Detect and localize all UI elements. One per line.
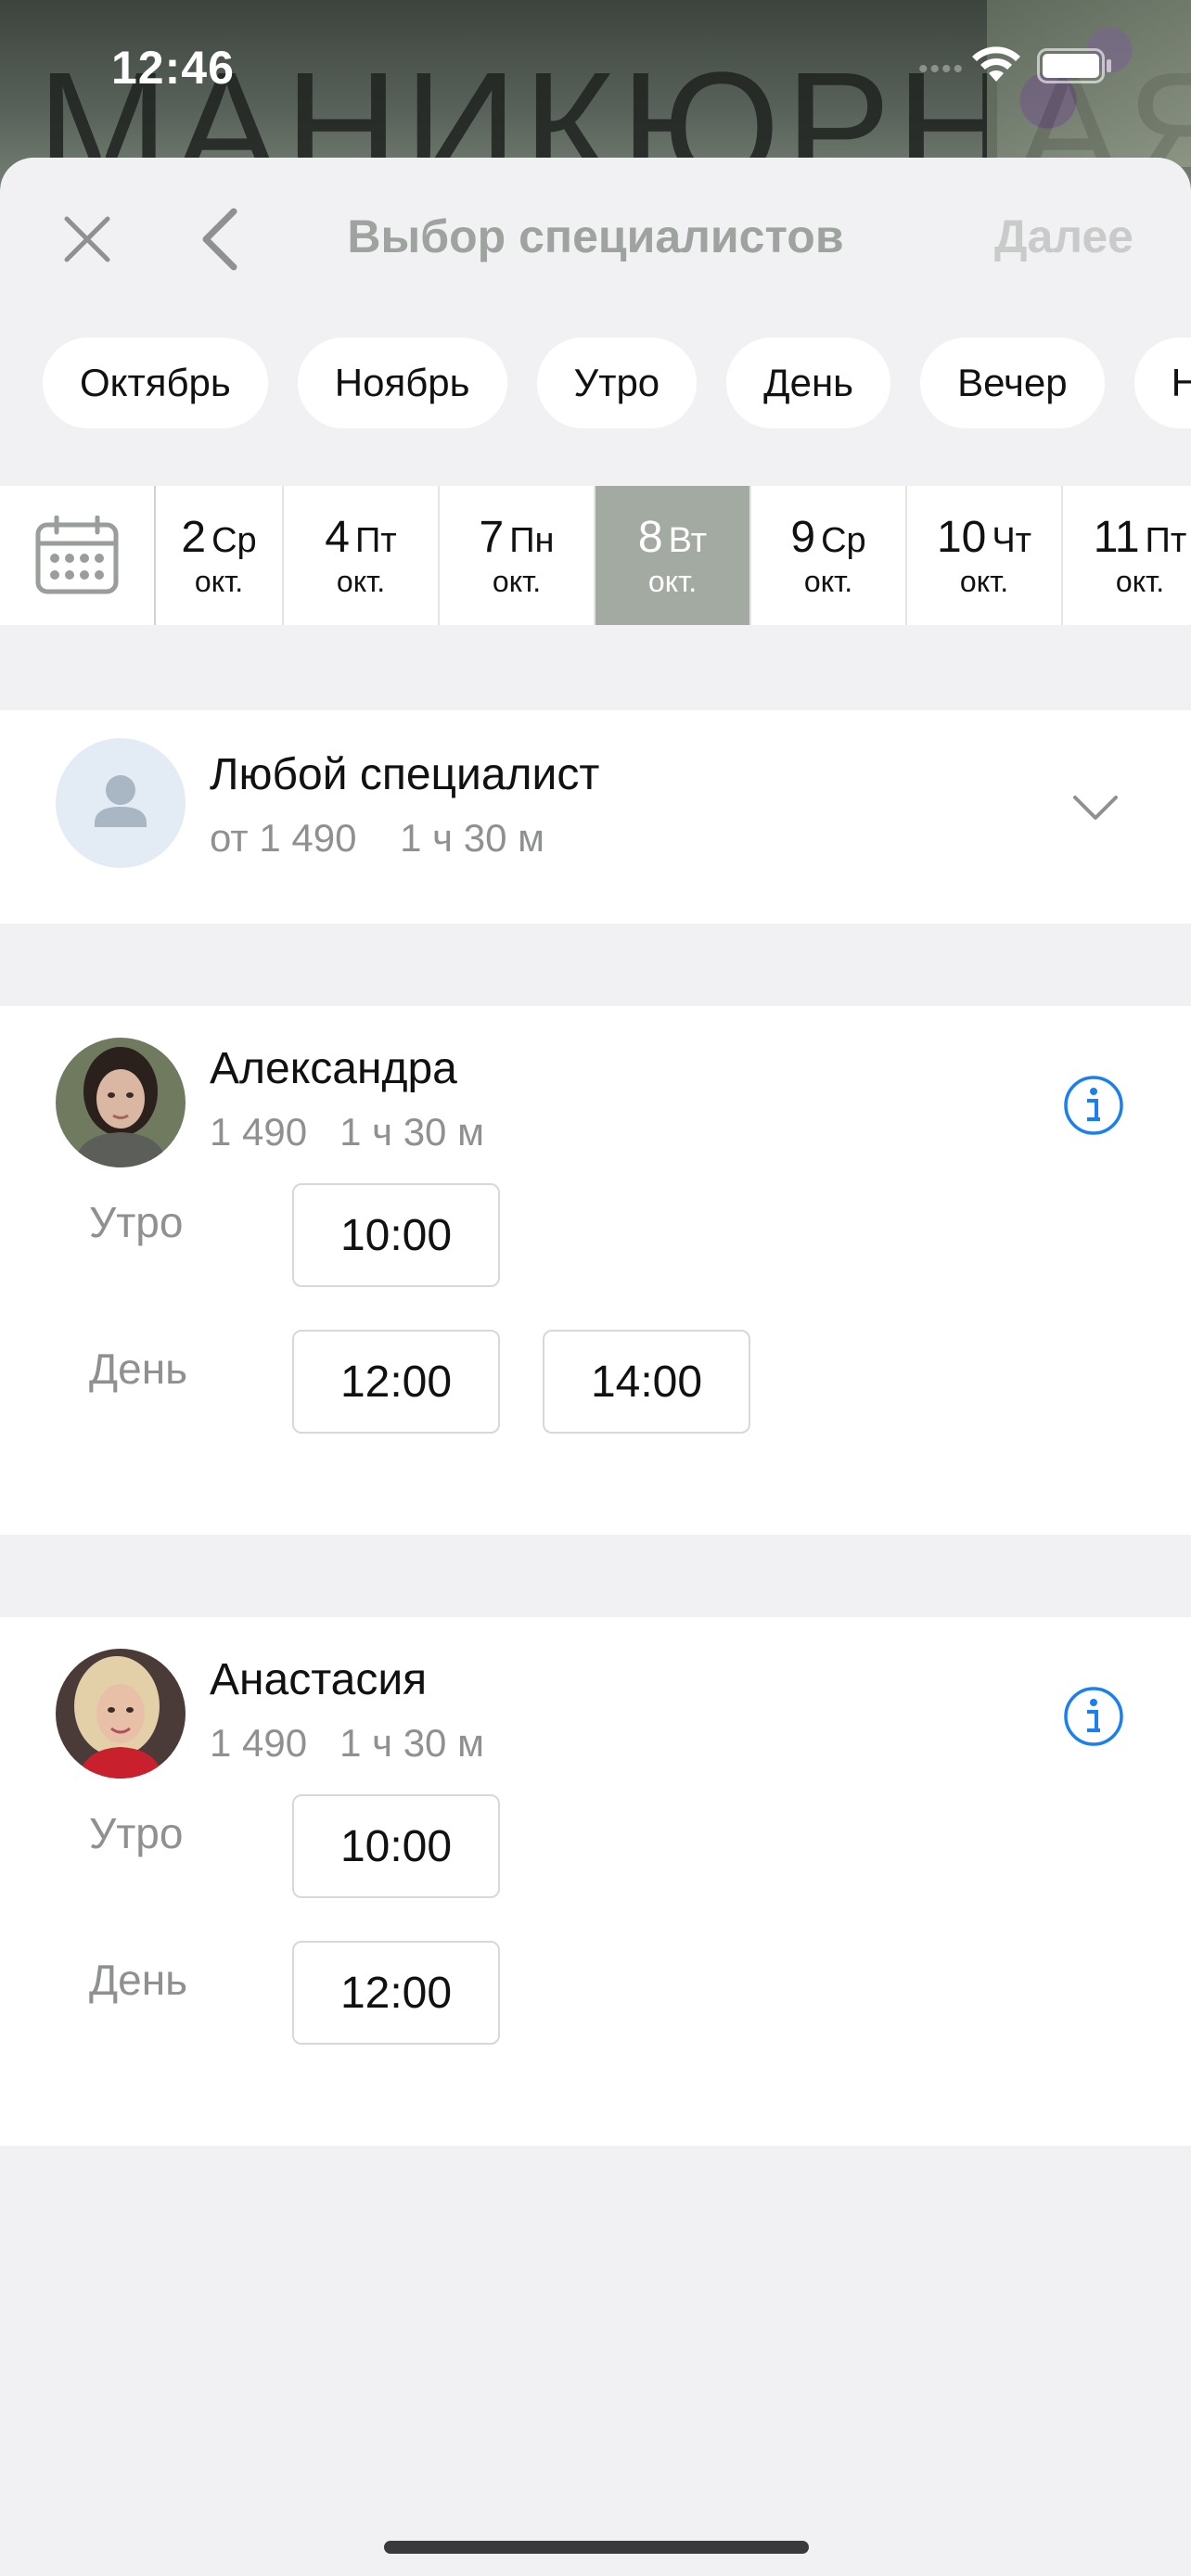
status-bar: 12:46 •••• xyxy=(0,0,1191,139)
date-cell[interactable]: 7 Пн окт. xyxy=(440,486,596,625)
specialist-name: Александра xyxy=(210,1044,457,1093)
date-weekday: Пт xyxy=(1145,521,1187,560)
avatar[interactable] xyxy=(56,1038,186,1167)
wifi-icon xyxy=(972,46,1020,82)
date-number: 10 xyxy=(936,513,987,562)
calendar-icon xyxy=(35,516,119,594)
date-month: окт. xyxy=(1115,565,1165,598)
date-month: окт. xyxy=(492,565,542,598)
date-number: 8 xyxy=(637,513,663,562)
chip-evening[interactable]: Вечер xyxy=(920,338,1105,428)
chip-morning[interactable]: Утро xyxy=(536,338,698,428)
specialist-card: Александра 1 490 1 ч 30 м Утро 10:00 Ден… xyxy=(0,1006,1191,1535)
home-indicator[interactable] xyxy=(384,2541,809,2554)
date-weekday: Чт xyxy=(992,521,1032,560)
chevron-down-icon[interactable] xyxy=(1072,794,1119,822)
specialist-photo xyxy=(56,1038,186,1167)
date-month: окт. xyxy=(959,565,1009,598)
filter-chips: Октябрь Ноябрь Утро День Вечер Но xyxy=(43,338,1191,428)
slot-group-label-morning: Утро xyxy=(89,1198,184,1246)
status-time: 12:46 xyxy=(111,42,235,94)
specialist-name: Любой специалист xyxy=(210,750,600,799)
date-cell[interactable]: 2 Ср окт. xyxy=(156,486,284,625)
avatar[interactable] xyxy=(56,1649,186,1779)
date-month: окт. xyxy=(194,565,244,598)
specialist-name: Анастасия xyxy=(210,1655,428,1704)
date-cell[interactable]: 4 Пт окт. xyxy=(284,486,440,625)
info-icon[interactable] xyxy=(1063,1075,1124,1136)
duration: 1 ч 30 м xyxy=(339,1721,484,1765)
date-month: окт. xyxy=(803,565,853,598)
calendar-button[interactable] xyxy=(0,486,156,625)
next-button[interactable]: Далее xyxy=(994,210,1133,263)
date-cell[interactable]: 10 Чт окт. xyxy=(907,486,1063,625)
any-specialist-card[interactable]: Любой специалист от 1 490 1 ч 30 м xyxy=(0,710,1191,924)
date-number: 9 xyxy=(790,513,816,562)
info-icon[interactable] xyxy=(1063,1686,1124,1747)
duration: 1 ч 30 м xyxy=(339,1110,484,1154)
sheet-header: Выбор специалистов Далее xyxy=(0,158,1191,320)
price: от 1 490 xyxy=(210,816,357,860)
specialist-photo xyxy=(56,1649,186,1779)
date-number: 2 xyxy=(181,513,207,562)
date-weekday: Пн xyxy=(509,521,555,560)
date-strip: 2 Ср окт. 4 Пт окт. 7 Пн окт. 8 Вт окт. 9 Ср … xyxy=(0,486,1191,625)
time-slot[interactable]: 12:00 xyxy=(292,1941,500,2045)
booking-sheet: Выбор специалистов Далее Октябрь Ноябрь … xyxy=(0,158,1191,2576)
date-weekday: Вт xyxy=(668,521,708,560)
chip-day[interactable]: День xyxy=(726,338,891,428)
date-cell[interactable]: 9 Ср окт. xyxy=(751,486,907,625)
chip-night[interactable]: Но xyxy=(1133,338,1191,428)
specialist-meta: от 1 490 1 ч 30 м xyxy=(210,816,544,861)
time-slot[interactable]: 10:00 xyxy=(292,1183,500,1287)
time-slot[interactable]: 10:00 xyxy=(292,1794,500,1898)
date-number: 7 xyxy=(479,513,505,562)
date-month: окт. xyxy=(647,565,698,598)
price: 1 490 xyxy=(210,1110,308,1154)
date-cell[interactable]: 11 Пт окт. xyxy=(1063,486,1191,625)
date-weekday: Ср xyxy=(821,521,866,560)
price: 1 490 xyxy=(210,1721,308,1765)
date-cell-selected[interactable]: 8 Вт окт. xyxy=(596,486,751,625)
slot-group-label-day: День xyxy=(89,1345,188,1393)
duration: 1 ч 30 м xyxy=(400,816,544,860)
slot-group-label-day: День xyxy=(89,1956,188,2004)
date-weekday: Пт xyxy=(354,521,397,560)
date-month: окт. xyxy=(336,565,386,598)
person-icon xyxy=(95,775,147,827)
slot-group-label-morning: Утро xyxy=(89,1809,184,1857)
specialist-meta: 1 490 1 ч 30 м xyxy=(210,1721,484,1766)
specialist-card: Анастасия 1 490 1 ч 30 м Утро 10:00 День… xyxy=(0,1617,1191,2146)
battery-icon xyxy=(1037,48,1111,83)
chip-november[interactable]: Ноябрь xyxy=(297,338,507,428)
specialist-meta: 1 490 1 ч 30 м xyxy=(210,1110,484,1154)
signal-icon: •••• xyxy=(918,54,966,84)
date-weekday: Ср xyxy=(211,521,257,560)
avatar xyxy=(56,738,186,868)
chip-october[interactable]: Октябрь xyxy=(43,338,268,428)
date-number: 11 xyxy=(1093,513,1140,562)
time-slot[interactable]: 14:00 xyxy=(543,1330,750,1434)
date-number: 4 xyxy=(325,513,350,562)
time-slot[interactable]: 12:00 xyxy=(292,1330,500,1434)
